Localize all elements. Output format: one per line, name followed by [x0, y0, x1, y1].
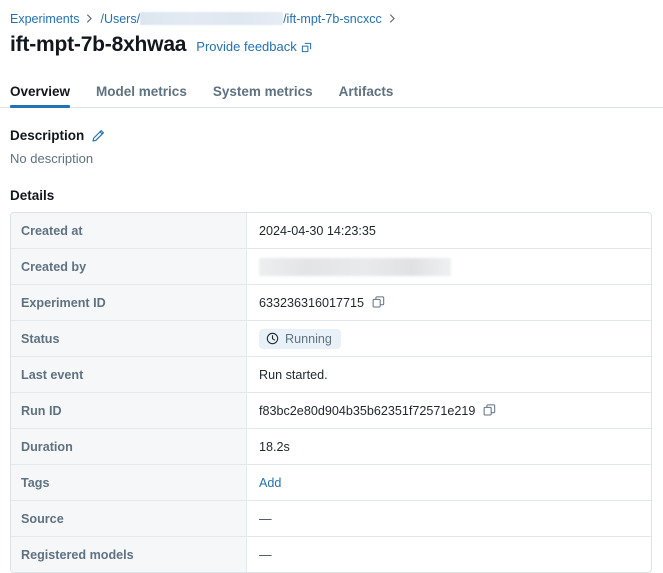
chevron-right-icon: [85, 14, 94, 23]
row-label-status: Status: [11, 321, 247, 356]
row-value-duration: 18.2s: [259, 439, 290, 454]
breadcrumb-item-path[interactable]: /Users/ /ift-mpt-7b-sncxcc: [100, 12, 381, 26]
row-value-last-event: Run started.: [259, 367, 328, 382]
add-tag-link[interactable]: Add: [259, 476, 281, 490]
table-row: Experiment ID 633236316017715: [11, 285, 651, 321]
details-heading: Details: [10, 188, 55, 203]
external-link-icon: [301, 42, 312, 53]
table-row: Source —: [11, 501, 651, 537]
row-value-tags: Add: [247, 465, 651, 500]
description-header: Description: [10, 128, 663, 143]
row-label-duration: Duration: [11, 429, 247, 464]
copy-icon[interactable]: [372, 296, 385, 309]
row-value-status: Running: [247, 321, 651, 356]
copy-icon[interactable]: [483, 404, 496, 417]
row-label-last-event: Last event: [11, 357, 247, 392]
tab-bar: Overview Model metrics System metrics Ar…: [0, 77, 663, 108]
table-row: Tags Add: [11, 465, 651, 501]
description-body: No description: [10, 151, 94, 166]
details-section: Details Created at 2024-04-30 14:23:35 C…: [0, 188, 663, 573]
table-row: Status Running: [11, 321, 651, 357]
table-row: Created by: [11, 249, 651, 285]
row-label-run-id: Run ID: [11, 393, 247, 428]
row-value-source: —: [259, 511, 272, 526]
breadcrumb-path-redacted: [140, 12, 284, 25]
breadcrumb-path-prefix: /Users/: [100, 11, 141, 26]
provide-feedback-link[interactable]: Provide feedback: [196, 39, 311, 54]
status-label: Running: [285, 331, 332, 346]
title-row: ift-mpt-7b-8xhwaa Provide feedback: [0, 28, 663, 61]
table-row: Created at 2024-04-30 14:23:35: [11, 213, 651, 249]
table-row: Duration 18.2s: [11, 429, 651, 465]
redacted-block: [259, 257, 451, 276]
provide-feedback-label: Provide feedback: [196, 39, 297, 54]
row-label-tags: Tags: [11, 465, 247, 500]
tab-overview[interactable]: Overview: [10, 84, 71, 108]
row-value-registered-models: —: [259, 547, 272, 562]
row-label-experiment-id: Experiment ID: [11, 285, 247, 320]
experiment-id-text: 633236316017715: [259, 295, 365, 310]
breadcrumb: Experiments /Users/ /ift-mpt-7b-sncxcc: [0, 0, 663, 28]
run-id-text: f83bc2e80d904b35b62351f72571e219: [259, 403, 476, 418]
tab-artifacts[interactable]: Artifacts: [339, 84, 394, 107]
description-heading: Description: [10, 128, 85, 143]
breadcrumb-item-experiments[interactable]: Experiments: [10, 12, 79, 26]
page-title: ift-mpt-7b-8xhwaa: [10, 33, 187, 56]
row-label-created-by: Created by: [11, 249, 247, 284]
row-value-created-by: [247, 249, 651, 284]
status-badge: Running: [259, 328, 341, 349]
row-label-registered-models: Registered models: [11, 537, 247, 572]
clock-icon: [266, 332, 279, 345]
row-value-run-id: f83bc2e80d904b35b62351f72571e219: [247, 393, 651, 428]
description-section: Description No description: [0, 128, 663, 166]
tab-system-metrics[interactable]: System metrics: [213, 84, 313, 107]
row-label-source: Source: [11, 501, 247, 536]
table-row: Run ID f83bc2e80d904b35b62351f72571e219: [11, 393, 651, 429]
chevron-right-icon-2: [388, 14, 397, 23]
row-value-experiment-id: 633236316017715: [247, 285, 651, 320]
pencil-icon[interactable]: [91, 129, 105, 143]
table-row: Registered models —: [11, 537, 651, 572]
breadcrumb-path-suffix: /ift-mpt-7b-sncxcc: [283, 11, 382, 26]
row-value-created-at: 2024-04-30 14:23:35: [259, 223, 376, 238]
table-row: Last event Run started.: [11, 357, 651, 393]
details-table: Created at 2024-04-30 14:23:35 Created b…: [10, 212, 652, 573]
row-label-created-at: Created at: [11, 213, 247, 248]
tab-model-metrics[interactable]: Model metrics: [96, 84, 187, 107]
